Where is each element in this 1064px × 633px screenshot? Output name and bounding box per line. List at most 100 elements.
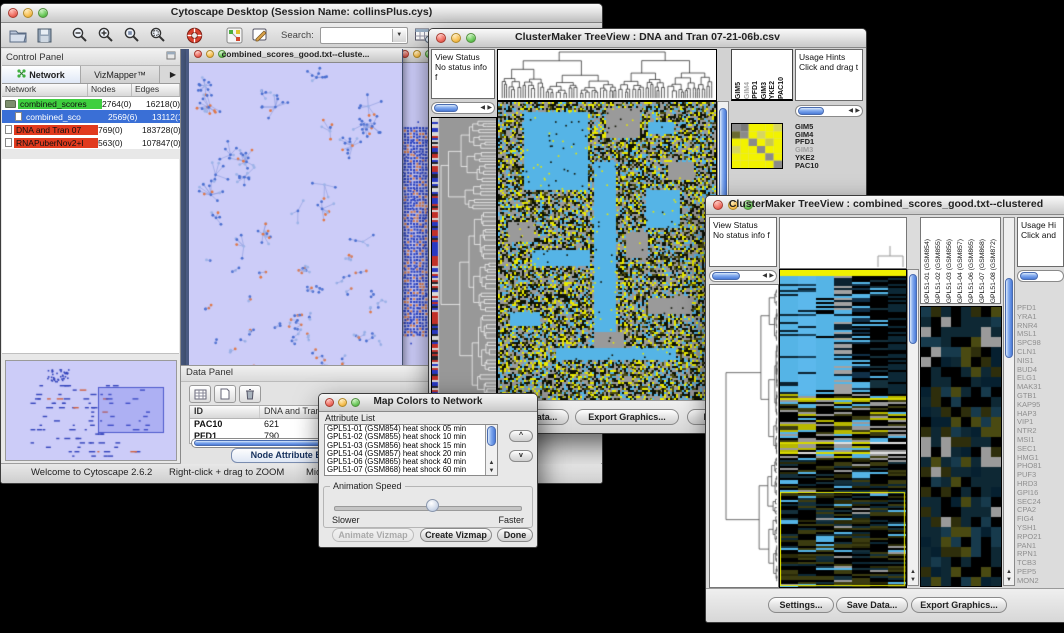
main-titlebar[interactable]: Cytoscape Desktop (Session Name: collins… (1, 4, 602, 23)
treeview2-titlebar[interactable]: ClusterMaker TreeView : combined_scores_… (706, 196, 1064, 215)
network-list-empty-area (2, 159, 179, 354)
dialog-titlebar[interactable]: Map Colors to Network (319, 394, 537, 412)
attribute-row-id: PAC10 (190, 419, 260, 431)
float-panel-icon[interactable] (166, 51, 176, 63)
node-palette-icon[interactable] (223, 25, 245, 45)
treeview1-titlebar[interactable]: ClusterMaker TreeView : DNA and Tran 07-… (429, 29, 866, 48)
move-down-button[interactable]: v (509, 450, 533, 462)
slower-label: Slower (332, 515, 360, 525)
attribute-list: GPL51-01 (GSM854) heat shock 05 minGPL51… (324, 424, 498, 476)
view-status-hscrollbar[interactable]: ◀▶ (431, 102, 495, 114)
network-nodes: 563(0) (98, 138, 142, 148)
heatmap2-vscrollbar[interactable]: ▲▼ (907, 269, 919, 586)
animate-vizmap-button[interactable]: Animate Vizmap (332, 528, 414, 542)
column-label: GPL51-02 (GSM855) (933, 239, 944, 303)
column-dendrogram-1[interactable] (497, 49, 717, 101)
gene-label: MON2 (1017, 577, 1064, 586)
done-button[interactable]: Done (497, 528, 533, 542)
tab-vizmapper[interactable]: VizMapper™ (81, 66, 160, 83)
network-list-row[interactable]: combined_scores 2764(0) 16218(0) (2, 97, 180, 110)
zoom-in-icon[interactable] (95, 25, 117, 45)
usage-hints-title: Usage Hi (1021, 220, 1060, 230)
attribute-list-item[interactable]: GPL51-07 (GSM868) heat shock 60 min (325, 466, 497, 474)
animation-speed-group: Animation Speed Slower Faster (323, 486, 533, 528)
usage-hints-hscrollbar[interactable]: ◀▶ (795, 105, 863, 117)
select-attributes-icon[interactable] (189, 385, 211, 403)
scrollbar-thumb[interactable] (909, 274, 917, 344)
heatmap-1[interactable] (497, 101, 717, 401)
treeview2-content: View Status No status info f ◀▶ ▲▼ GPL51… (706, 214, 1064, 589)
row-dendrogram-1[interactable] (431, 117, 497, 401)
view-status-hscrollbar[interactable]: ◀▶ (709, 270, 777, 282)
row-dendrogram-2[interactable] (709, 284, 779, 588)
col-network[interactable]: Network (2, 84, 88, 96)
column-dendrogram-2[interactable] (779, 217, 907, 269)
col-nodes[interactable]: Nodes (88, 84, 132, 96)
scrollbar-thumb[interactable] (434, 104, 458, 112)
usage-hints-panel: Usage Hi Click and (1017, 217, 1064, 267)
attribute-list-vscrollbar[interactable]: ▲▼ (485, 425, 497, 475)
column-label: GPL51-03 (GSM856) (944, 239, 955, 303)
search-dropdown-arrow[interactable]: ▼ (392, 29, 406, 42)
animation-speed-label: Animation Speed (330, 481, 405, 491)
attribute-list-label: Attribute List (325, 413, 375, 423)
network-row-icon (5, 125, 12, 134)
network-overview-canvas[interactable] (5, 360, 177, 461)
network-view-1-canvas[interactable] (189, 63, 397, 380)
zoom-fit-icon[interactable] (147, 25, 169, 45)
speed-slider-thumb[interactable] (426, 499, 439, 512)
move-up-button[interactable]: ^ (509, 430, 533, 442)
network-row-icon (5, 138, 12, 147)
network-window-1-title: combined_scores_good.txt--cluste... (189, 49, 402, 59)
scrollbar-thumb[interactable] (712, 272, 740, 280)
column-label: PFD1 (752, 81, 761, 99)
network-window-1[interactable]: combined_scores_good.txt--cluste... (186, 49, 403, 383)
delete-attribute-icon[interactable] (239, 385, 261, 403)
zoom-selected-icon[interactable] (121, 25, 143, 45)
scrollbar-thumb[interactable] (798, 107, 824, 115)
network-list-row[interactable]: DNA and Tran 07 769(0) 183728(0) (2, 123, 180, 136)
search-input[interactable]: ▼ (320, 27, 408, 44)
network-name: combined_scores (18, 99, 102, 109)
column-label: PAC10 (778, 77, 787, 99)
save-data-button[interactable]: Save Data... (836, 597, 908, 613)
settings-button[interactable]: Settings... (768, 597, 834, 613)
view-status-panel: View Status No status info f (709, 217, 777, 267)
treeview-window-2: ClusterMaker TreeView : combined_scores_… (705, 195, 1064, 623)
export-graphics-button[interactable]: Export Graphics... (575, 409, 679, 425)
network-nodes: 2569(6) (108, 112, 152, 122)
scrollbar-thumb[interactable] (487, 426, 496, 446)
network-row-icon (15, 112, 22, 121)
usage-hints-hscrollbar[interactable] (1017, 270, 1064, 282)
column-labels-1: GIM5GIM4PFD1GIM3YKE2PAC10 (731, 49, 793, 101)
heatmap-2[interactable] (779, 269, 907, 588)
tab-network[interactable]: Network (2, 66, 81, 83)
minimize-button[interactable] (413, 50, 421, 58)
network-tab-icon (17, 69, 26, 80)
labels-vscrollbar[interactable]: ▲▼ (1003, 217, 1015, 586)
create-vizmap-button[interactable]: Create Vizmap (420, 528, 492, 542)
global-heatmap-thumbnail-1[interactable] (731, 123, 783, 169)
search-label: Search: (281, 30, 314, 41)
tab-overflow-arrow[interactable]: ▶ (160, 66, 180, 83)
new-attribute-icon[interactable] (214, 385, 236, 403)
help-lifering-icon[interactable] (183, 25, 205, 45)
export-graphics-button[interactable]: Export Graphics... (911, 597, 1007, 613)
network-list-row[interactable]: combined_sco 2569(6) 13112(15) (2, 110, 180, 123)
network-window-1-titlebar[interactable]: combined_scores_good.txt--cluste... (189, 49, 402, 63)
network-list-row[interactable]: RNAPuberNov2+I 563(0) 107847(0) (2, 136, 180, 149)
scrollbar-thumb[interactable] (1020, 272, 1038, 280)
network-edges: 13112(15) (152, 112, 180, 122)
annotation-icon[interactable] (249, 25, 271, 45)
zoom-out-icon[interactable] (69, 25, 91, 45)
open-file-icon[interactable] (7, 25, 29, 45)
control-panel: Control Panel Network VizMapper™ ▶ Netwo… (2, 49, 181, 464)
usage-hints-text: Click and (1021, 230, 1060, 240)
gene-list-1: GIM5GIM4PFD1GIM3YKE2PAC10 (795, 123, 861, 171)
col-edges[interactable]: Edges (132, 84, 180, 96)
network-table-header[interactable]: Network Nodes Edges (2, 84, 180, 97)
save-icon[interactable] (33, 25, 55, 45)
scrollbar-thumb[interactable] (1005, 278, 1013, 358)
zoomed-heatmap-2[interactable] (920, 306, 1002, 587)
col-id[interactable]: ID (190, 406, 260, 418)
